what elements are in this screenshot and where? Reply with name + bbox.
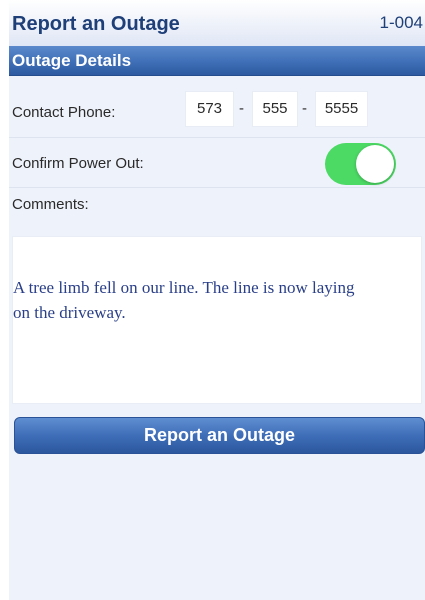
phone-area-code-field[interactable]: 573 (185, 91, 234, 127)
comments-label: Comments: (12, 196, 89, 213)
page-title: Report an Outage (12, 13, 180, 35)
phone-line-number-field[interactable]: 5555 (315, 91, 368, 127)
report-outage-button[interactable]: Report an Outage (14, 417, 425, 454)
phone-prefix-field[interactable]: 555 (252, 91, 298, 127)
confirm-power-out-toggle[interactable] (325, 143, 396, 185)
divider (9, 187, 425, 188)
comments-text: A tree limb fell on our line. The line i… (13, 278, 355, 322)
app-screen: Report an Outage 1-004 Outage Details Co… (9, 0, 425, 600)
contact-phone-label: Contact Phone: (12, 104, 116, 121)
confirm-power-out-label: Confirm Power Out: (12, 155, 144, 172)
comments-textarea[interactable]: A tree limb fell on our line. The line i… (12, 236, 422, 404)
section-title: Outage Details (12, 51, 132, 70)
toggle-knob (356, 145, 394, 183)
divider (9, 137, 425, 138)
section-header: Outage Details (9, 46, 425, 76)
phone-separator-1: - (239, 100, 244, 117)
phone-separator-2: - (302, 100, 307, 117)
header-bar: Report an Outage 1-004 (9, 0, 425, 46)
record-id: 1-004 (379, 13, 423, 32)
